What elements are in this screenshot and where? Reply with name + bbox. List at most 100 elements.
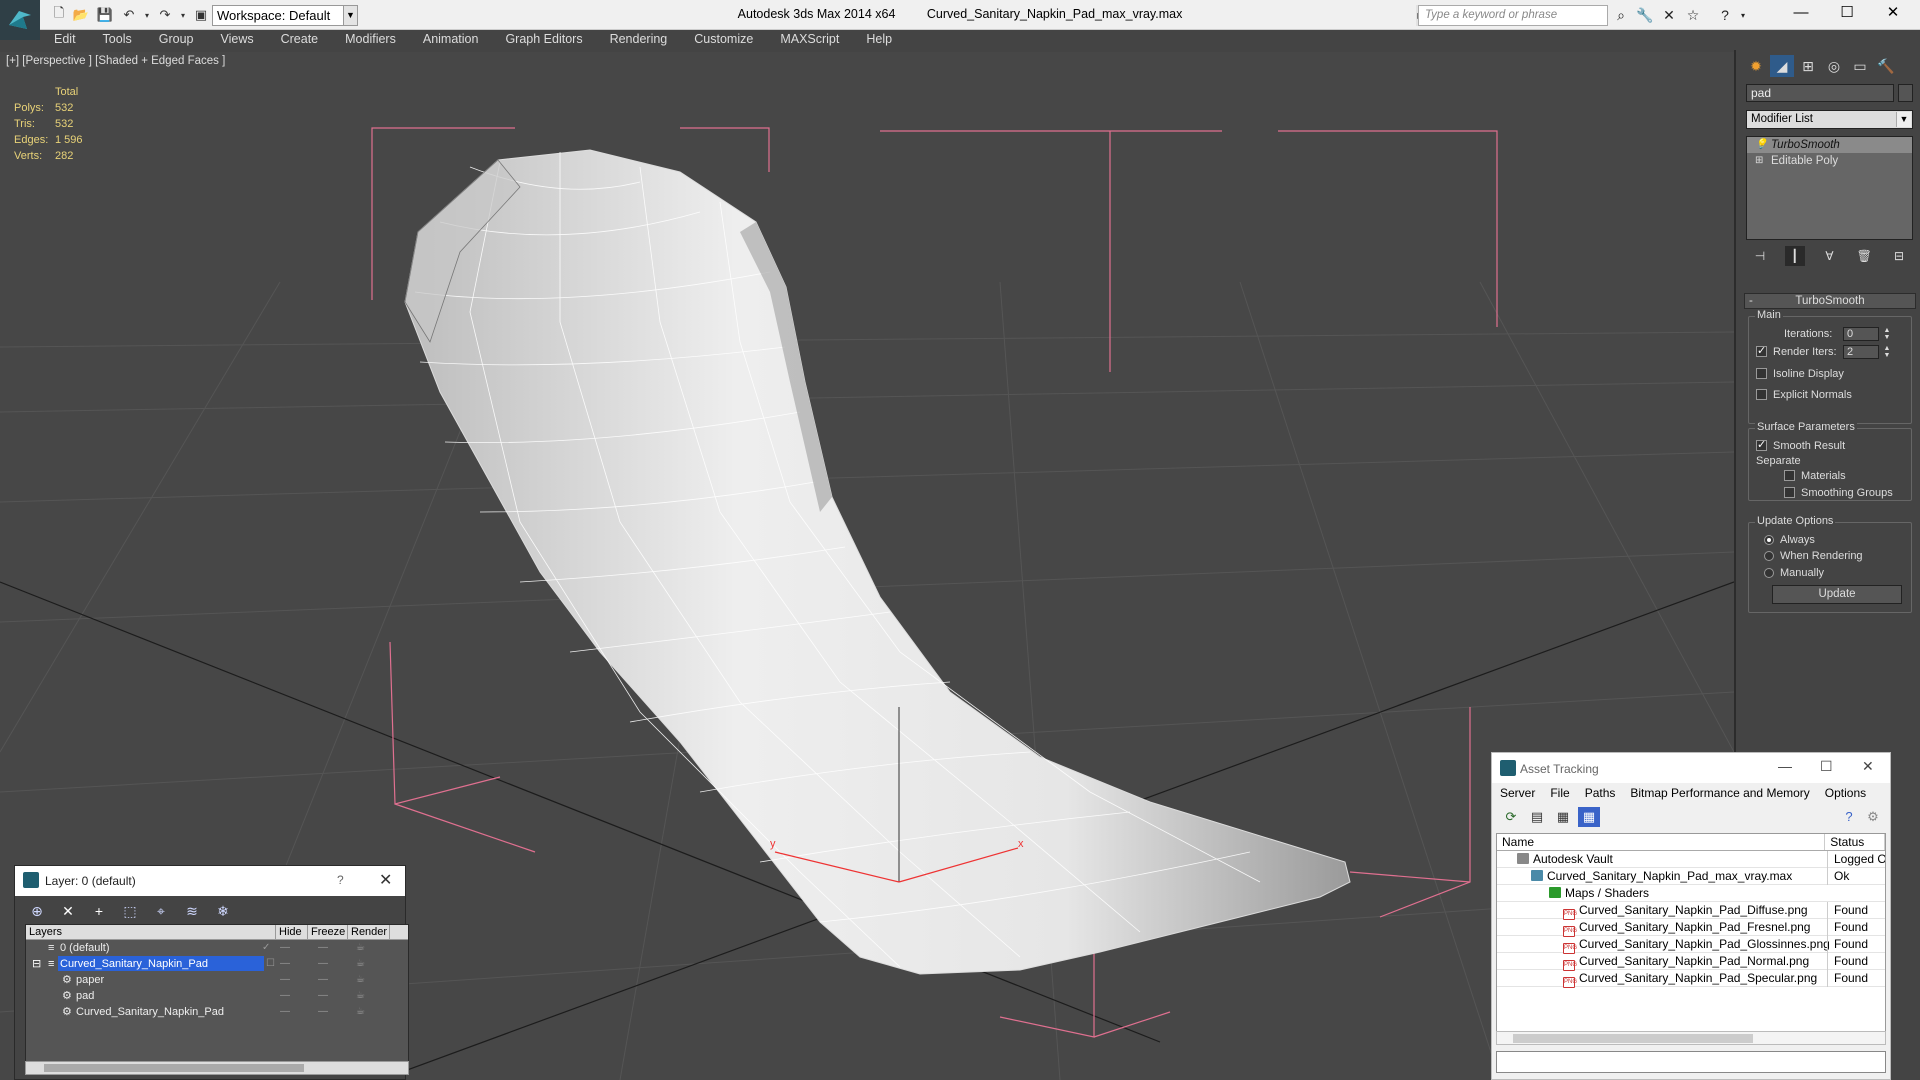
layer-row[interactable]: ⚙ Curved_Sanitary_Napkin_Pad — — ☕ (26, 1004, 408, 1020)
hide-toggle[interactable]: — (280, 940, 290, 956)
undo-dropdown-icon[interactable]: ▾ (138, 6, 156, 24)
help-icon[interactable]: ? (1716, 7, 1734, 24)
layer-dialog-titlebar[interactable]: Layer: 0 (default) ? ✕ (15, 866, 405, 896)
freeze-layers-icon[interactable]: ❄ (211, 900, 235, 922)
column-header[interactable]: Freeze (308, 925, 348, 939)
smooth-result-checkbox[interactable]: Smooth Result (1756, 438, 1845, 452)
modifier-stack[interactable]: 💡 TurboSmooth ⊞ Editable Poly (1746, 136, 1913, 240)
hide-toggle[interactable]: — (280, 1004, 290, 1020)
menu-help[interactable]: Help (852, 30, 905, 50)
horizontal-scrollbar[interactable] (25, 1061, 409, 1075)
napkin-pad-mesh[interactable] (404, 149, 1351, 975)
make-current-icon[interactable]: ☐ (266, 956, 275, 972)
minimize-button[interactable]: — (1778, 758, 1792, 774)
asset-row[interactable]: PNG Curved_Sanitary_Napkin_Pad_Normal.png… (1497, 953, 1885, 971)
smoothing-groups-checkbox[interactable]: Smoothing Groups (1784, 487, 1893, 499)
manually-radio[interactable]: Manually (1764, 567, 1824, 579)
iterations-spinner[interactable]: 0 (1843, 327, 1879, 341)
column-header[interactable]: Hide (276, 925, 308, 939)
settings-icon[interactable]: ⚙ (1864, 807, 1882, 827)
menu-group[interactable]: Group (145, 30, 207, 50)
column-header[interactable]: Status (1825, 834, 1885, 850)
column-header[interactable]: Name (1497, 834, 1826, 850)
tree-view-icon[interactable]: ▦ (1552, 807, 1574, 827)
render-teapot-icon[interactable]: ☕ (356, 1004, 365, 1020)
materials-checkbox[interactable]: Materials (1784, 470, 1846, 482)
table-view-icon[interactable]: ▦ (1578, 807, 1600, 827)
menu-file[interactable]: File (1542, 783, 1576, 803)
remove-modifier-icon[interactable]: 🗑 (1854, 246, 1874, 266)
maximize-button[interactable]: ☐ (1820, 758, 1833, 775)
menu-maxscript[interactable]: MAXScript (766, 30, 852, 50)
menu-server[interactable]: Server (1492, 783, 1542, 803)
turbosmooth-rollout-header[interactable]: - TurboSmooth (1744, 293, 1916, 309)
make-unique-icon[interactable]: ∀ (1820, 246, 1840, 266)
expand-icon[interactable]: ⊟ (30, 956, 43, 971)
update-button[interactable]: Update (1772, 585, 1902, 604)
asset-row[interactable]: PNG Curved_Sanitary_Napkin_Pad_Fresnel.pn… (1497, 919, 1885, 937)
hierarchy-tab-icon[interactable]: ⊞ (1796, 55, 1820, 77)
pin-stack-icon[interactable]: ⊣ (1750, 246, 1770, 266)
display-tab-icon[interactable]: ▭ (1848, 55, 1872, 77)
freeze-toggle[interactable]: — (318, 988, 328, 1004)
always-radio[interactable]: Always (1764, 534, 1815, 546)
menu-customize[interactable]: Customize (680, 30, 766, 50)
hide-toggle[interactable]: — (280, 988, 290, 1004)
project-folder-icon[interactable]: ▣ (192, 6, 210, 24)
workspace-menu-button[interactable]: ▼ (343, 5, 358, 26)
menu-create[interactable]: Create (267, 30, 332, 50)
column-header[interactable]: Layers (26, 925, 276, 939)
column-header[interactable]: Render (348, 925, 390, 939)
redo-dropdown-icon[interactable]: ▾ (174, 6, 192, 24)
create-tab-icon[interactable]: ✹ (1744, 55, 1768, 77)
close-icon[interactable]: ✕ (379, 870, 392, 890)
utilities-tab-icon[interactable]: 🔨 (1874, 55, 1898, 77)
add-to-layer-icon[interactable]: + (87, 900, 111, 922)
subscription-icon[interactable]: 🔧 (1636, 7, 1654, 24)
open-file-icon[interactable]: 📂 (72, 6, 90, 24)
undo-icon[interactable]: ↶ (120, 6, 138, 24)
object-name-field[interactable]: pad (1746, 84, 1894, 102)
search-input[interactable]: Type a keyword or phrase (1418, 5, 1608, 26)
create-layer-icon[interactable]: ⊕ (25, 900, 49, 922)
communication-center-icon[interactable]: ✕ (1660, 7, 1678, 24)
explicit-normals-checkbox[interactable]: Explicit Normals (1756, 389, 1852, 401)
minimize-button[interactable]: — (1778, 0, 1824, 26)
when-rendering-radio[interactable]: When Rendering (1764, 550, 1863, 562)
menu-modifiers[interactable]: Modifiers (331, 30, 409, 50)
menu-tools[interactable]: Tools (89, 30, 145, 50)
menu-rendering[interactable]: Rendering (596, 30, 681, 50)
stack-item-turbosmooth[interactable]: 💡 TurboSmooth (1747, 137, 1912, 153)
workspace-dropdown[interactable]: Workspace: Default ▾ (212, 5, 358, 26)
modify-tab-icon[interactable]: ◢ (1770, 55, 1794, 77)
spinner-arrows-icon[interactable]: ▲ ▼ (1882, 345, 1892, 359)
freeze-toggle[interactable]: — (318, 956, 328, 972)
redo-icon[interactable]: ↷ (156, 6, 174, 24)
highlight-layer-icon[interactable]: ⌖ (149, 900, 173, 922)
select-objects-icon[interactable]: ⬚ (118, 900, 142, 922)
asset-row[interactable]: PNG Curved_Sanitary_Napkin_Pad_Glossinnes… (1497, 936, 1885, 954)
layer-row[interactable]: ⚙ paper — — ☕ (26, 972, 408, 988)
delete-layer-icon[interactable]: ✕ (56, 900, 80, 922)
show-end-result-icon[interactable]: ┃ (1784, 246, 1805, 266)
new-file-icon[interactable]: 🗋 (50, 5, 68, 24)
freeze-toggle[interactable]: — (318, 940, 328, 956)
stack-item-editable-poly[interactable]: ⊞ Editable Poly (1747, 153, 1912, 169)
modifier-list-dropdown[interactable]: Modifier List ▼ (1746, 110, 1913, 129)
layer-row[interactable]: ⊟ ≡ Curved_Sanitary_Napkin_Pad ☐ — — ☕ (26, 956, 408, 972)
render-teapot-icon[interactable]: ☕ (356, 988, 365, 1004)
spinner-arrows-icon[interactable]: ▲ ▼ (1882, 327, 1892, 341)
object-color-swatch[interactable] (1898, 84, 1913, 102)
horizontal-scrollbar[interactable] (1496, 1031, 1886, 1045)
motion-tab-icon[interactable]: ◎ (1822, 55, 1846, 77)
scrollbar-thumb[interactable] (1513, 1034, 1753, 1043)
expand-plus-icon[interactable]: ⊞ (1755, 155, 1765, 166)
asset-row[interactable]: Curved_Sanitary_Napkin_Pad_max_vray.max … (1497, 868, 1885, 885)
render-teapot-icon[interactable]: ☕ (356, 940, 365, 956)
scrollbar-thumb[interactable] (44, 1064, 304, 1072)
asset-tracking-titlebar[interactable]: Asset Tracking — ☐ ✕ (1492, 753, 1890, 783)
help-icon[interactable]: ? (1840, 807, 1858, 827)
list-view-icon[interactable]: ▤ (1526, 807, 1548, 827)
lightbulb-icon[interactable]: 💡 (1755, 139, 1767, 150)
binoculars-icon[interactable]: ⌕ (1612, 7, 1630, 24)
